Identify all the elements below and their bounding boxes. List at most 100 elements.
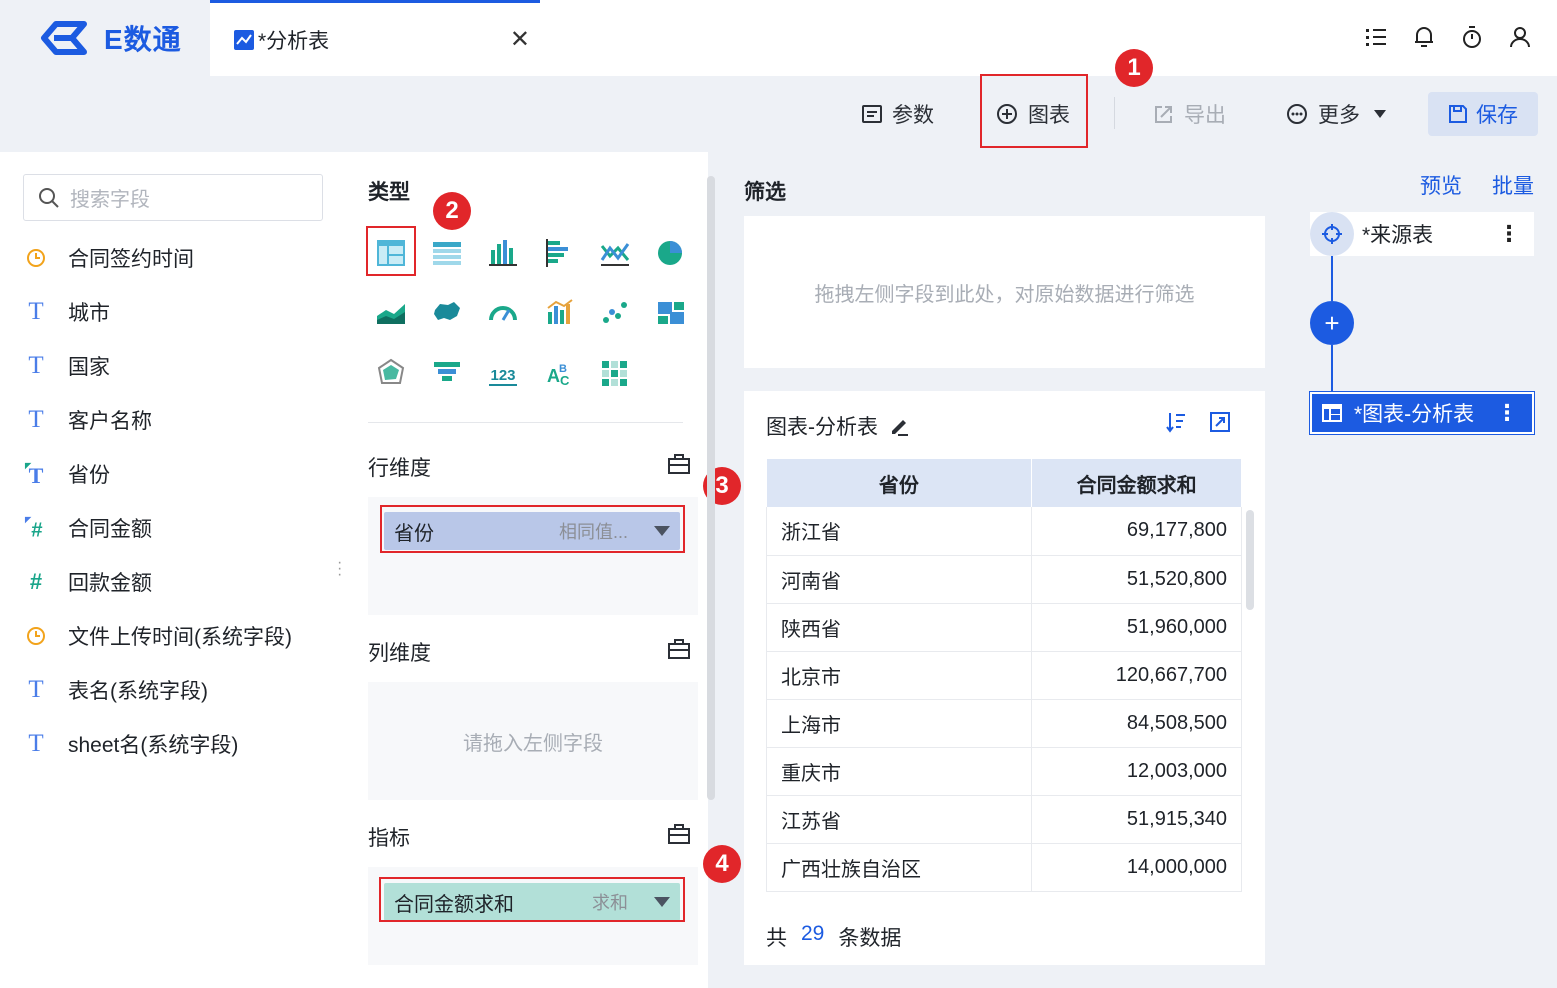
task-list-icon[interactable] [1365, 24, 1387, 50]
cell-contract-sum: 69,177,800 [1031, 507, 1242, 556]
cell-province: 浙江省 [765, 507, 1033, 556]
flow-panel [1288, 152, 1557, 988]
more-circle-icon [1287, 104, 1307, 124]
number-hash-icon: # [29, 569, 43, 594]
tab-close-icon[interactable]: ✕ [510, 25, 530, 54]
source-node[interactable]: *来源表 ⋮ [1310, 212, 1534, 256]
tab-analysis-table[interactable]: *分析表 ✕ [210, 0, 540, 76]
funnel-chart-icon[interactable] [430, 356, 464, 390]
sort-icon[interactable] [1165, 411, 1187, 433]
user-icon[interactable] [1509, 24, 1531, 50]
table-row[interactable]: 陕西省 51,960,000 [765, 603, 1242, 652]
metric-title: 指标 [368, 827, 410, 850]
crosshair-icon [1322, 224, 1342, 244]
header-province[interactable]: 省份 [766, 459, 1033, 507]
timer-icon[interactable] [1461, 24, 1483, 50]
config-scrollbar[interactable] [707, 176, 715, 800]
pie-chart-icon[interactable] [654, 236, 688, 270]
cell-province: 河南省 [765, 555, 1033, 604]
word-cloud-icon[interactable]: A BC [542, 356, 576, 390]
edit-icon[interactable] [888, 415, 910, 437]
params-label: 参数 [892, 104, 934, 127]
field-item[interactable]: Tsheet名(系统字段) [24, 729, 238, 759]
filter-drop-area[interactable]: 拖拽左侧字段到此处，对原始数据进行筛选 [744, 216, 1265, 368]
kebab-menu-icon[interactable]: ⋮ [1498, 221, 1520, 247]
table-scrollbar[interactable] [1246, 510, 1254, 610]
table-row[interactable]: 河南省 51,520,800 [765, 555, 1242, 604]
gauge-chart-icon[interactable] [486, 296, 520, 330]
field-item[interactable]: # 合同金额 [24, 513, 152, 543]
kebab-menu-icon[interactable]: ⋮ [1496, 400, 1518, 426]
table-row[interactable]: 上海市 84,508,500 [765, 699, 1242, 748]
flow-connector [1331, 345, 1333, 392]
clear-field-icon[interactable] [668, 639, 690, 659]
data-table: 省份 合同金额求和 浙江省 69,177,800 河南省 51,520,800 陕西省 5… [765, 459, 1242, 892]
kpi-number-icon[interactable]: 123 [486, 356, 520, 390]
search-placeholder: 搜索字段 [70, 189, 150, 211]
filter-title: 筛选 [744, 181, 786, 204]
scatter-chart-icon[interactable] [598, 296, 632, 330]
horizontal-bar-icon[interactable] [542, 236, 576, 270]
field-item[interactable]: T 城市 [24, 297, 110, 327]
area-chart-icon[interactable] [374, 296, 408, 330]
column-dimension-drop-area[interactable]: 请拖入左侧字段 [368, 682, 698, 800]
cell-contract-sum: 51,520,800 [1031, 555, 1242, 604]
field-item[interactable]: 合同签约时间 [24, 243, 194, 273]
cell-province: 广西壮族自治区 [765, 843, 1033, 892]
table-row[interactable]: 浙江省 69,177,800 [765, 507, 1242, 556]
radar-chart-icon[interactable] [374, 356, 408, 390]
export-button[interactable]: 导出 [1154, 96, 1226, 132]
clear-field-icon[interactable] [668, 454, 690, 474]
field-label: 文件上传时间(系统字段) [68, 626, 292, 649]
field-label: sheet名(系统字段) [68, 734, 239, 757]
detail-table-icon[interactable] [430, 236, 464, 270]
params-icon [862, 105, 882, 123]
bell-icon[interactable] [1413, 24, 1435, 50]
map-chart-icon[interactable] [430, 296, 464, 330]
cell-contract-sum: 120,667,700 [1031, 651, 1242, 700]
field-item[interactable]: T 国家 [24, 351, 110, 381]
params-button[interactable]: 参数 [862, 96, 934, 132]
field-item[interactable]: T 省份 [24, 459, 110, 489]
field-label: 回款金额 [68, 572, 152, 595]
filter-placeholder: 拖拽左侧字段到此处，对原始数据进行筛选 [814, 283, 1195, 306]
resize-handle-icon[interactable]: · · · [337, 555, 342, 583]
field-label: 国家 [68, 356, 110, 379]
table-row[interactable]: 江苏省 51,915,340 [765, 795, 1242, 844]
field-item[interactable]: T 客户名称 [24, 405, 152, 435]
field-item[interactable]: # 回款金额 [24, 567, 152, 597]
treemap-chart-icon[interactable] [654, 296, 688, 330]
header-contract-sum[interactable]: 合同金额求和 [1031, 459, 1242, 507]
field-label: 表名(系统字段) [68, 680, 208, 703]
search-field[interactable]: 搜索字段 [23, 174, 323, 221]
cell-province: 北京市 [765, 651, 1033, 700]
more-label: 更多 [1318, 104, 1360, 127]
chart-type-title: 类型 [368, 181, 410, 204]
table-row[interactable]: 北京市 120,667,700 [765, 651, 1242, 700]
top-icons [1365, 24, 1531, 50]
batch-link[interactable]: 批量 [1492, 170, 1534, 200]
fullscreen-icon[interactable] [1209, 411, 1231, 433]
clock-icon [24, 624, 48, 648]
preview-link[interactable]: 预览 [1420, 170, 1462, 200]
table-row[interactable]: 广西壮族自治区 14,000,000 [765, 843, 1242, 892]
highlight-box-1 [980, 74, 1088, 148]
clear-field-icon[interactable] [668, 824, 690, 844]
toolbar-divider [1114, 97, 1115, 129]
line-chart-type-icon[interactable] [598, 236, 632, 270]
bar-chart-icon[interactable] [486, 236, 520, 270]
field-item[interactable]: T 表名(系统字段) [24, 675, 208, 705]
chart-node[interactable]: *图表-分析表 ⋮ [1309, 391, 1535, 435]
field-label: 合同签约时间 [68, 248, 194, 271]
save-button[interactable]: 保存 [1428, 92, 1538, 136]
data-table-viewport[interactable]: 省份 合同金额求和 浙江省 69,177,800 河南省 51,520,800 陕西省 5… [744, 459, 1244, 896]
table-row[interactable]: 重庆市 12,003,000 [765, 747, 1242, 796]
combo-chart-icon[interactable] [542, 296, 576, 330]
step-badge-1: 1 [1115, 49, 1153, 87]
highlight-box-3 [380, 505, 685, 553]
field-item[interactable]: 文件上传时间(系统字段) [24, 621, 292, 651]
add-node-button[interactable]: + [1310, 301, 1354, 345]
more-button[interactable]: 更多 [1286, 96, 1386, 132]
app-logo[interactable]: E数通 [34, 18, 182, 58]
heatmap-chart-icon[interactable] [598, 356, 632, 390]
